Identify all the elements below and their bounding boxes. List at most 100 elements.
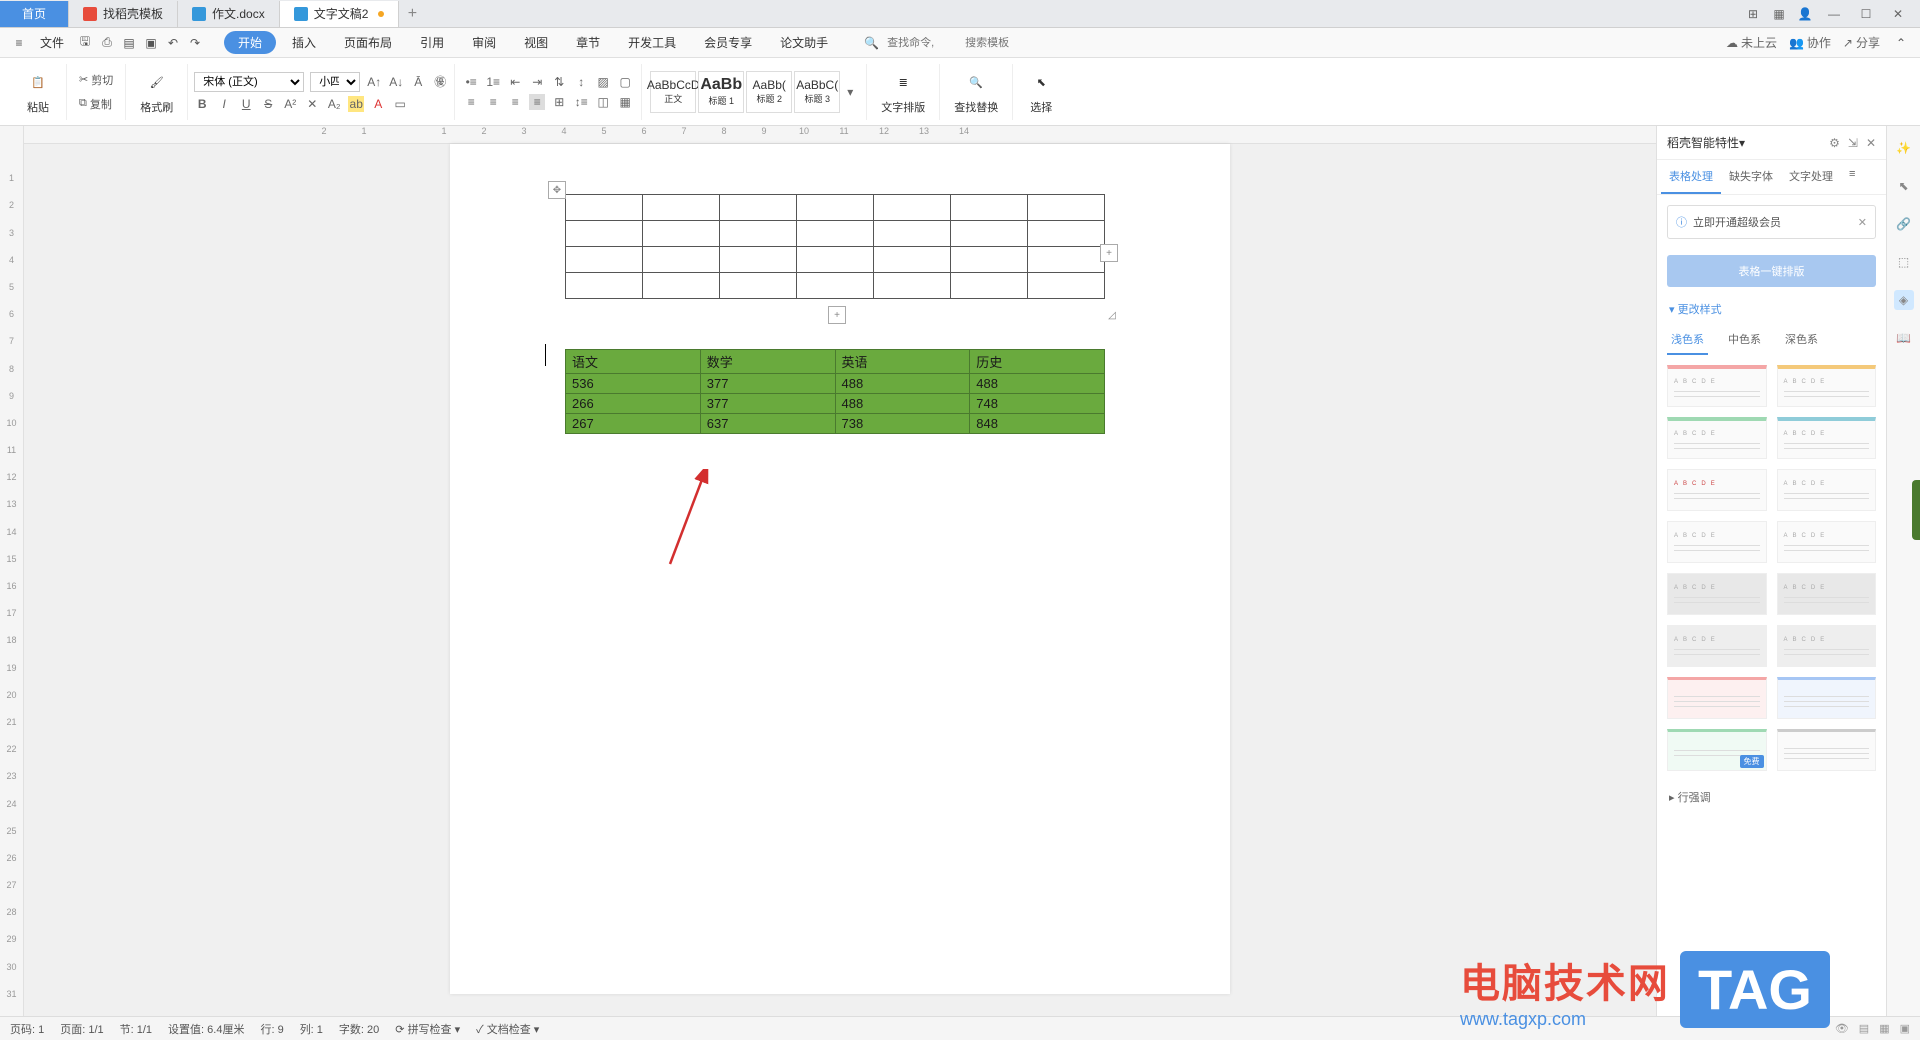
distribute-icon[interactable]: ⊞ <box>551 94 567 110</box>
table-style-option[interactable]: ABCDE <box>1667 521 1767 563</box>
table-add-row-handle[interactable]: + <box>828 306 846 324</box>
table-style-option[interactable] <box>1777 729 1877 771</box>
color-tab-dark[interactable]: 深色系 <box>1781 325 1822 355</box>
color-tab-medium[interactable]: 中色系 <box>1724 325 1765 355</box>
italic-icon[interactable]: I <box>216 96 232 112</box>
change-style-section[interactable]: ▾ 更改样式 <box>1657 293 1886 325</box>
side-book-icon[interactable]: 📖 <box>1894 328 1914 348</box>
sb-view-icon[interactable]: 👁 <box>1835 1022 1849 1035</box>
copy-button[interactable]: ⧉ 复制 <box>75 94 116 114</box>
data-table[interactable]: 语文 数学 英语 历史 536377488488 266377488748 26… <box>565 349 1105 434</box>
side-select-icon[interactable]: ⬉ <box>1894 176 1914 196</box>
table-style-option[interactable]: ABCDE <box>1777 521 1877 563</box>
file-menu[interactable]: 文件 <box>32 34 72 51</box>
color-tab-light[interactable]: 浅色系 <box>1667 325 1708 355</box>
gear-icon[interactable]: ⚙ <box>1829 136 1840 150</box>
new-tab-button[interactable]: + <box>399 5 425 23</box>
menu-start[interactable]: 开始 <box>224 31 276 54</box>
number-list-icon[interactable]: 1≡ <box>485 74 501 90</box>
text-effect-icon[interactable]: ✕ <box>304 96 320 112</box>
auto-layout-button[interactable]: 表格一键排版 <box>1667 255 1876 287</box>
decrease-indent-icon[interactable]: ⇤ <box>507 74 523 90</box>
shading-icon[interactable]: ▨ <box>595 74 611 90</box>
cloud-status[interactable]: ☁ 未上云 <box>1726 34 1777 51</box>
menu-member[interactable]: 会员专享 <box>692 30 764 55</box>
save-icon[interactable]: 🖫 <box>76 34 94 52</box>
table-style-option[interactable]: ABCDE <box>1667 365 1767 407</box>
table-style-option[interactable]: 免费 <box>1667 729 1767 771</box>
maximize-button[interactable]: ☐ <box>1852 3 1880 25</box>
menu-icon[interactable]: ≡ <box>10 34 28 52</box>
fill-icon[interactable]: ◫ <box>595 94 611 110</box>
sb-spellcheck[interactable]: ⟳ 拼写检查 ▾ <box>395 1021 460 1037</box>
char-effect-icon[interactable]: ㊝ <box>432 74 448 90</box>
align-center-icon[interactable]: ≡ <box>485 94 501 110</box>
table-style-icon[interactable]: ▦ <box>617 94 633 110</box>
command-search-input[interactable] <box>887 37 957 49</box>
paste-button[interactable]: 📋粘贴 <box>18 69 58 115</box>
tab-home[interactable]: 首页 <box>0 1 69 27</box>
undo-icon[interactable]: ↶ <box>164 34 182 52</box>
text-layout-button[interactable]: ≣文字排版 <box>875 69 931 115</box>
sb-doccheck[interactable]: ✓ 文档检查 ▾ <box>476 1021 539 1037</box>
char-border-icon[interactable]: ▭ <box>392 96 408 112</box>
panel-tab-text[interactable]: 文字处理 <box>1781 160 1841 194</box>
document-viewport[interactable]: 211234567891011121314 ✥ + + ◿ 语文 数学 英语 历… <box>24 126 1656 1016</box>
template-search-input[interactable] <box>965 37 1035 49</box>
redo-icon[interactable]: ↷ <box>186 34 204 52</box>
style-h1[interactable]: AaBb标题 1 <box>698 71 744 113</box>
sb-pagecode[interactable]: 页码: 1 <box>10 1021 44 1037</box>
grow-font-icon[interactable]: A↑ <box>366 74 382 90</box>
chevron-down-icon[interactable]: ▾ <box>1739 136 1745 150</box>
sb-row[interactable]: 行: 9 <box>260 1021 283 1037</box>
table-style-option[interactable]: ABCDE <box>1777 625 1877 667</box>
table-header-cell[interactable]: 历史 <box>970 350 1105 374</box>
side-style-icon[interactable]: ⬚ <box>1894 252 1914 272</box>
format-painter-button[interactable]: 🖌格式刷 <box>134 69 179 115</box>
menu-devtools[interactable]: 开发工具 <box>616 30 688 55</box>
table-style-option[interactable]: ABCDE <box>1777 573 1877 615</box>
font-name-select[interactable]: 宋体 (正文) <box>194 72 304 92</box>
close-button[interactable]: ✕ <box>1884 3 1912 25</box>
share-button[interactable]: ↗ 分享 <box>1843 34 1880 51</box>
table-style-option[interactable]: ABCDE <box>1667 625 1767 667</box>
table-style-option[interactable]: ABCDE <box>1777 365 1877 407</box>
increase-indent-icon[interactable]: ⇥ <box>529 74 545 90</box>
side-table-icon[interactable]: ◈ <box>1894 290 1914 310</box>
font-color-icon[interactable]: A <box>370 96 386 112</box>
font-size-select[interactable]: 小四 <box>310 72 360 92</box>
sb-layout3-icon[interactable]: ▣ <box>1900 1022 1910 1035</box>
panel-tab-table[interactable]: 表格处理 <box>1661 160 1721 194</box>
table-move-handle[interactable]: ✥ <box>548 181 566 199</box>
sb-col[interactable]: 列: 1 <box>300 1021 323 1037</box>
table-header-cell[interactable]: 语文 <box>566 350 701 374</box>
align-justify-icon[interactable]: ≡ <box>529 94 545 110</box>
member-info-banner[interactable]: ⓘ 立即开通超级会员 ✕ <box>1667 205 1876 239</box>
table-style-option[interactable]: ABCDE <box>1667 417 1767 459</box>
info-close-icon[interactable]: ✕ <box>1858 216 1867 229</box>
print-icon[interactable]: ⎙ <box>98 34 116 52</box>
superscript-icon[interactable]: A² <box>282 96 298 112</box>
sb-wordcount[interactable]: 字数: 20 <box>339 1021 379 1037</box>
clear-format-icon[interactable]: Ā <box>410 74 426 90</box>
cut-button[interactable]: ✂ 剪切 <box>75 70 117 90</box>
table-resize-handle[interactable]: ◿ <box>1103 306 1121 324</box>
select-button[interactable]: ⬉选择 <box>1021 69 1061 115</box>
align-right-icon[interactable]: ≡ <box>507 94 523 110</box>
sb-page[interactable]: 页面: 1/1 <box>60 1021 103 1037</box>
table-style-option[interactable]: ABCDE <box>1667 573 1767 615</box>
table-header-cell[interactable]: 数学 <box>700 350 835 374</box>
menu-view[interactable]: 视图 <box>512 30 560 55</box>
menu-reference[interactable]: 引用 <box>408 30 456 55</box>
tab-doc2-active[interactable]: 文字文稿2 <box>280 1 400 27</box>
sb-layout2-icon[interactable]: ▦ <box>1879 1022 1889 1035</box>
row-emphasis-section[interactable]: ▸ 行强调 <box>1657 781 1886 813</box>
underline-icon[interactable]: U <box>238 96 254 112</box>
subscript-icon[interactable]: A₂ <box>326 96 342 112</box>
table-style-option[interactable] <box>1777 677 1877 719</box>
collapse-ribbon-icon[interactable]: ⌃ <box>1892 34 1910 52</box>
tab-doc1[interactable]: 作文.docx <box>178 1 280 27</box>
panel-tab-fonts[interactable]: 缺失字体 <box>1721 160 1781 194</box>
close-panel-icon[interactable]: ✕ <box>1866 136 1876 150</box>
side-ai-icon[interactable]: ✨ <box>1894 138 1914 158</box>
